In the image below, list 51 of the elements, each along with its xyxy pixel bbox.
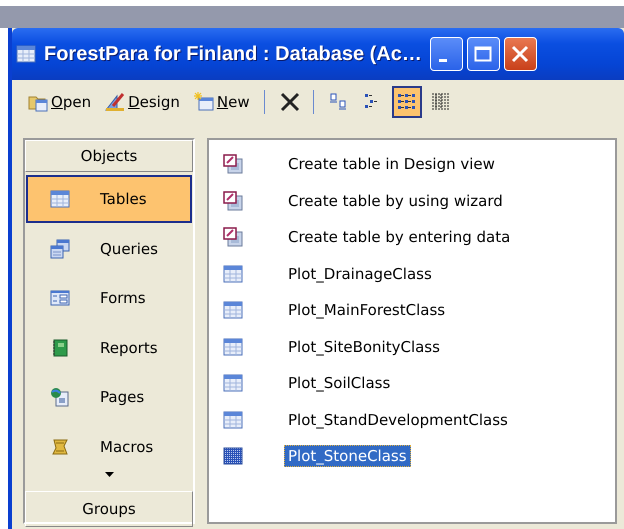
queries-icon — [50, 238, 70, 258]
list-item[interactable]: Create table in Design view — [284, 153, 499, 176]
more-arrow-icon[interactable] — [104, 472, 114, 477]
wizard-icon — [223, 227, 243, 248]
database-icon — [16, 44, 36, 64]
large-icons-view-icon — [328, 92, 349, 112]
delete-icon — [278, 91, 301, 113]
table-icon — [50, 189, 70, 209]
list-item[interactable]: Plot_StoneClass — [284, 445, 411, 468]
maximize-icon — [474, 46, 492, 62]
scroll-icon — [50, 436, 70, 456]
minimize-icon — [439, 58, 448, 62]
objects-header[interactable]: Objects — [25, 140, 193, 172]
close-icon — [510, 44, 530, 64]
table-icon — [223, 446, 243, 466]
table-icon — [223, 373, 243, 394]
sidebar-item[interactable]: Pages — [26, 373, 192, 421]
view-button[interactable] — [392, 86, 422, 118]
table-icon — [223, 336, 243, 357]
book-icon — [50, 338, 70, 358]
list-item[interactable]: Plot_MainForestClass — [284, 299, 450, 322]
details-view-icon — [430, 92, 451, 112]
list-item[interactable]: Create table by using wizard — [284, 190, 507, 212]
groups-header[interactable]: Groups — [25, 491, 193, 527]
list-item[interactable]: Plot_SoilClass — [284, 372, 394, 394]
wizard-icon — [223, 154, 243, 174]
globe-page-icon — [50, 387, 70, 407]
wizard-icon — [223, 190, 243, 211]
list-item[interactable]: Plot_DrainageClass — [284, 262, 436, 285]
sidebar-item[interactable]: Macros — [26, 422, 192, 470]
table-icon — [223, 264, 243, 284]
list-item[interactable]: Plot_StandDevelopmentClass — [284, 408, 512, 431]
list-view-icon — [396, 92, 417, 112]
minimize-button[interactable] — [430, 37, 463, 71]
close-button[interactable] — [504, 37, 537, 71]
toolbar-button[interactable]: New — [190, 89, 254, 115]
form-icon — [50, 288, 70, 308]
toolbar-button[interactable]: Open — [24, 89, 96, 115]
sidebar-item[interactable]: Tables — [26, 175, 192, 223]
list-item[interactable]: Plot_SiteBonityClass — [284, 336, 444, 358]
new-table-icon — [194, 92, 214, 112]
sidebar-item[interactable]: Queries — [26, 224, 192, 272]
table-icon — [223, 410, 243, 430]
maximize-button[interactable] — [466, 37, 500, 71]
ruler-pencil-icon — [105, 92, 126, 112]
window-title: ForestPara for Finland : Database (Ac… — [44, 42, 422, 66]
list-item[interactable]: Create table by entering data — [284, 226, 514, 248]
table-icon — [223, 300, 243, 320]
sidebar-item[interactable]: Reports — [26, 324, 192, 372]
toolbar-button[interactable]: Design — [101, 89, 184, 115]
sidebar-item[interactable]: Forms — [26, 274, 192, 322]
